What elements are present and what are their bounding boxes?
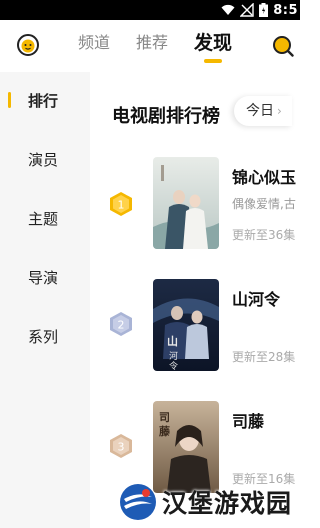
watermark-text: 汉堡游戏园 xyxy=(162,489,293,518)
rank-medal-silver-icon: 2 xyxy=(110,312,132,336)
date-filter-label: 今日 xyxy=(246,103,274,119)
poster-image: 山 河 令 xyxy=(153,279,219,371)
drama-update-status: 更新至28集 xyxy=(232,350,296,364)
sidebar-item-ranking[interactable]: 排行 xyxy=(0,86,90,116)
drama-title: 山河令 xyxy=(232,290,281,309)
tab-discover[interactable]: 发现 xyxy=(194,30,232,56)
svg-text:山: 山 xyxy=(167,334,178,348)
battery-icon xyxy=(259,3,269,17)
drama-tags: 偶像爱情,古 xyxy=(232,197,296,211)
ranking-item[interactable]: 1 锦心似玉 偶像爱情,古 更新至36集 xyxy=(90,157,300,252)
drama-update-status: 更新至36集 xyxy=(232,228,296,242)
rank-number: 2 xyxy=(118,319,125,332)
svg-text:令: 令 xyxy=(169,360,178,371)
status-clock: 8:5 xyxy=(273,2,298,18)
wifi-icon xyxy=(221,4,235,15)
rank-medal-bronze-icon: 3 xyxy=(110,434,132,458)
chevron-right-icon: › xyxy=(277,104,282,118)
svg-text:藤: 藤 xyxy=(159,424,171,438)
drama-title: 司藤 xyxy=(232,412,265,431)
rank-number: 1 xyxy=(118,199,125,212)
rank-number: 3 xyxy=(118,441,125,454)
search-icon[interactable] xyxy=(272,35,294,57)
category-sidebar: 排行 演员 主题 导演 系列 xyxy=(0,72,90,528)
top-tabs: 频道 推荐 发现 xyxy=(78,30,232,56)
date-filter-button[interactable]: 今日 › xyxy=(234,96,292,126)
status-icons: 8:5 xyxy=(221,0,300,20)
no-signal-icon xyxy=(240,3,254,17)
ranking-panel: 电视剧排行榜 今日 › 1 锦心似玉 偶像爱情,古 更新至36集 2 山 河 令… xyxy=(90,72,300,528)
watermark-logo-icon xyxy=(120,484,156,520)
svg-text:河: 河 xyxy=(169,350,178,362)
site-watermark: 汉堡游戏园 xyxy=(118,480,292,524)
top-header: 频道 推荐 发现 xyxy=(0,20,300,68)
poster-image xyxy=(153,157,219,249)
tab-recommend[interactable]: 推荐 xyxy=(136,30,168,56)
rank-medal-gold-icon: 1 xyxy=(110,192,132,216)
sidebar-item-series[interactable]: 系列 xyxy=(0,322,90,352)
status-bar: 8:5 xyxy=(0,0,300,20)
sidebar-item-directors[interactable]: 导演 xyxy=(0,263,90,293)
ranking-item[interactable]: 2 山 河 令 山河令 更新至28集 xyxy=(90,279,300,374)
sidebar-item-actors[interactable]: 演员 xyxy=(0,145,90,175)
ranking-title: 电视剧排行榜 xyxy=(112,106,220,127)
sidebar-item-themes[interactable]: 主题 xyxy=(0,204,90,234)
svg-text:司: 司 xyxy=(159,411,170,424)
drama-title: 锦心似玉 xyxy=(232,168,297,187)
tab-channels[interactable]: 频道 xyxy=(78,30,110,56)
user-avatar-icon[interactable] xyxy=(16,33,40,57)
